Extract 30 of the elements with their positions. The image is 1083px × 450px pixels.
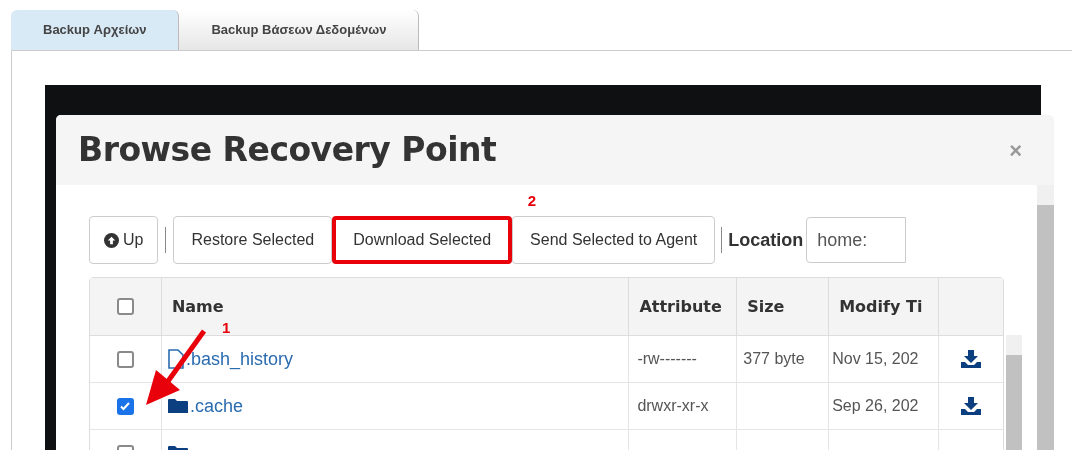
column-header[interactable]: Size: [747, 294, 785, 319]
folder-icon: [167, 398, 188, 414]
table-cell: Sep 26, 202: [829, 383, 940, 429]
up-button[interactable]: Up: [89, 216, 159, 264]
toolbar-button[interactable]: Send Selected to Agent: [512, 216, 716, 264]
column-header[interactable]: Modify Ti: [839, 294, 923, 319]
file-name-link[interactable]: .bash_history: [185, 345, 293, 373]
dialog-title: Browse Recovery Point: [78, 129, 497, 172]
column-header[interactable]: Name: [171, 294, 224, 319]
table-cell: Nov 15, 202: [829, 336, 940, 382]
file-icon: [167, 349, 184, 369]
table-cell: -rw-------: [629, 336, 738, 382]
table-cell: 377 byte: [737, 336, 830, 382]
annotation-number: 1: [221, 318, 231, 338]
location-label: Location: [728, 228, 804, 252]
tab[interactable]: Backup Βάσεων Δεδομένων: [179, 10, 420, 50]
file-name-link[interactable]: .cache: [189, 392, 243, 420]
check-icon: [119, 400, 132, 412]
annotation-number: 2: [527, 191, 537, 211]
download-icon[interactable]: [961, 350, 981, 368]
toolbar-button[interactable]: Restore Selected: [173, 216, 333, 264]
table-cell: drwxr-xr-x: [629, 383, 738, 429]
checkbox[interactable]: [116, 298, 134, 315]
download-icon[interactable]: [961, 397, 981, 415]
up-arrow-circle-icon: [104, 232, 119, 248]
location-field[interactable]: home:: [806, 217, 907, 263]
column-header[interactable]: Attribute: [639, 294, 722, 319]
tab[interactable]: Backup Αρχείων: [11, 10, 180, 50]
checkbox[interactable]: [116, 350, 134, 368]
checked-checkbox[interactable]: [116, 397, 134, 415]
